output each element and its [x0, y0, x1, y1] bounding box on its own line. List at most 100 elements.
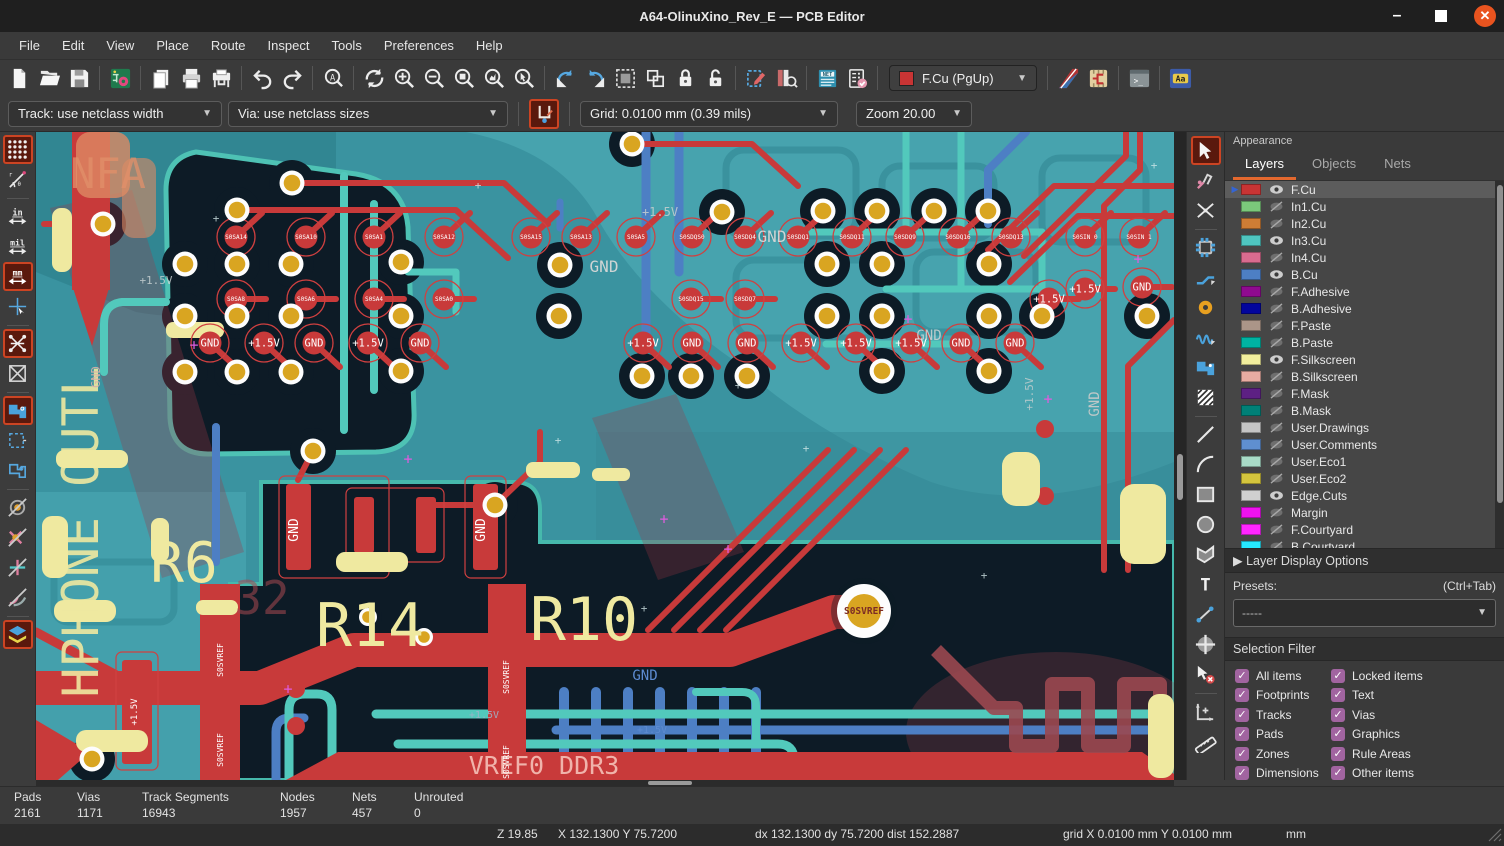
- layer-row-f-courtyard[interactable]: F.Courtyard: [1225, 521, 1504, 538]
- menu-view[interactable]: View: [95, 32, 145, 60]
- eye-icon[interactable]: [1268, 354, 1285, 365]
- filter-dimensions[interactable]: ✓Dimensions: [1235, 766, 1331, 780]
- layer-color-swatch[interactable]: [1241, 541, 1261, 548]
- layer-display-options-header[interactable]: ▶ Layer Display Options: [1225, 548, 1504, 573]
- units-mils-button[interactable]: mil: [3, 232, 33, 261]
- layer-color-swatch[interactable]: [1241, 252, 1261, 263]
- interactive-delete-button[interactable]: [1191, 660, 1221, 689]
- menu-tools[interactable]: Tools: [320, 32, 372, 60]
- scripting-console-button[interactable]: >_: [1124, 63, 1154, 93]
- eye-off-icon[interactable]: [1268, 439, 1285, 450]
- layer-row-edge-cuts[interactable]: Edge.Cuts: [1225, 487, 1504, 504]
- layer-row-user-comments[interactable]: User.Comments: [1225, 436, 1504, 453]
- layer-color-swatch[interactable]: [1241, 235, 1261, 246]
- maximize-button[interactable]: [1430, 5, 1452, 27]
- place-origin-button[interactable]: [1191, 630, 1221, 659]
- eye-off-icon[interactable]: [1268, 337, 1285, 348]
- print-button[interactable]: [176, 63, 206, 93]
- eye-off-icon[interactable]: [1268, 320, 1285, 331]
- canvas-vscroll-thumb[interactable]: [1177, 454, 1183, 500]
- edit-footprints-button[interactable]: [741, 63, 771, 93]
- layer-color-swatch[interactable]: [1241, 524, 1261, 535]
- layer-row-in3-cu[interactable]: In3.Cu: [1225, 232, 1504, 249]
- layer-row-f-mask[interactable]: F.Mask: [1225, 385, 1504, 402]
- pad-outline-mode-button[interactable]: [3, 493, 33, 522]
- group-button[interactable]: [610, 63, 640, 93]
- eye-icon[interactable]: [1268, 490, 1285, 501]
- cursor-shape-button[interactable]: [3, 292, 33, 321]
- layers-scroll-thumb[interactable]: [1497, 185, 1503, 503]
- menu-place[interactable]: Place: [145, 32, 200, 60]
- layer-color-swatch[interactable]: [1241, 405, 1261, 416]
- draw-circle-button[interactable]: [1191, 510, 1221, 539]
- new-board-button[interactable]: [4, 63, 34, 93]
- resize-grip[interactable]: [1488, 828, 1502, 842]
- layer-row-user-drawings[interactable]: User.Drawings: [1225, 419, 1504, 436]
- checkbox-checked-icon[interactable]: ✓: [1235, 727, 1249, 741]
- units-inches-button[interactable]: in: [3, 202, 33, 231]
- page-settings-button[interactable]: [146, 63, 176, 93]
- layer-color-swatch[interactable]: [1241, 218, 1261, 229]
- menu-route[interactable]: Route: [200, 32, 257, 60]
- drc-button[interactable]: [842, 63, 872, 93]
- layer-row-user-eco1[interactable]: User.Eco1: [1225, 453, 1504, 470]
- eye-off-icon[interactable]: [1268, 422, 1285, 433]
- menu-preferences[interactable]: Preferences: [373, 32, 465, 60]
- eye-off-icon[interactable]: [1268, 218, 1285, 229]
- pcb-canvas[interactable]: S0SA14S0SA10S0SA1S0SA12S0SA15S0SA13S0SA5…: [36, 132, 1174, 780]
- layer-row-b-mask[interactable]: B.Mask: [1225, 402, 1504, 419]
- layers-scrollbar[interactable]: [1495, 181, 1504, 548]
- draw-dimension-button[interactable]: [1191, 600, 1221, 629]
- checkbox-checked-icon[interactable]: ✓: [1331, 727, 1345, 741]
- layer-row-f-adhesive[interactable]: F.Adhesive: [1225, 283, 1504, 300]
- tab-layers[interactable]: Layers: [1233, 152, 1296, 180]
- layer-row-b-courtyard[interactable]: B.Courtyard: [1225, 538, 1504, 548]
- place-footprint-button[interactable]: [1191, 233, 1221, 262]
- active-layer-selector[interactable]: F.Cu (PgUp) ▼: [889, 65, 1037, 91]
- zoom-selector[interactable]: Zoom 20.00▼: [856, 101, 972, 127]
- eye-off-icon[interactable]: [1268, 524, 1285, 535]
- draw-zone-button[interactable]: [1191, 353, 1221, 382]
- checkbox-checked-icon[interactable]: ✓: [1331, 669, 1345, 683]
- via-outline-mode-button[interactable]: [3, 523, 33, 552]
- eye-off-icon[interactable]: [1268, 507, 1285, 518]
- eye-icon[interactable]: [1268, 269, 1285, 280]
- eye-off-icon[interactable]: [1268, 201, 1285, 212]
- layer-color-swatch[interactable]: [1241, 439, 1261, 450]
- layer-row-b-adhesive[interactable]: B.Adhesive: [1225, 300, 1504, 317]
- track-posture-button[interactable]: [529, 99, 559, 129]
- tab-nets[interactable]: Nets: [1372, 152, 1423, 180]
- checkbox-checked-icon[interactable]: ✓: [1331, 708, 1345, 722]
- measure-tool-button[interactable]: [1191, 727, 1221, 756]
- minimize-button[interactable]: –: [1386, 5, 1408, 27]
- layer-color-swatch[interactable]: [1241, 269, 1261, 280]
- zoom-out-button[interactable]: [419, 63, 449, 93]
- layer-row-in4-cu[interactable]: In4.Cu: [1225, 249, 1504, 266]
- zone-outline-mode-button[interactable]: [3, 426, 33, 455]
- layer-row-f-paste[interactable]: F.Paste: [1225, 317, 1504, 334]
- units-mm-button[interactable]: mm: [3, 262, 33, 291]
- layer-color-swatch[interactable]: [1241, 184, 1261, 195]
- layer-row-b-paste[interactable]: B.Paste: [1225, 334, 1504, 351]
- drill-origin-button[interactable]: [1191, 697, 1221, 726]
- draw-arc-button[interactable]: [1191, 450, 1221, 479]
- layer-row-in2-cu[interactable]: In2.Cu: [1225, 215, 1504, 232]
- select-tool-button[interactable]: [1191, 136, 1221, 165]
- ratsnest-curved-button[interactable]: [3, 359, 33, 388]
- layer-row-margin[interactable]: Margin: [1225, 504, 1504, 521]
- zoom-to-objects-button[interactable]: [479, 63, 509, 93]
- eye-icon[interactable]: [1268, 235, 1285, 246]
- filter-rule-areas[interactable]: ✓Rule Areas: [1331, 747, 1504, 761]
- checkbox-checked-icon[interactable]: ✓: [1331, 766, 1345, 780]
- checkbox-checked-icon[interactable]: ✓: [1235, 708, 1249, 722]
- zoom-to-fit-button[interactable]: [449, 63, 479, 93]
- eye-off-icon[interactable]: [1268, 303, 1285, 314]
- highlight-net-button[interactable]: [1191, 166, 1221, 195]
- layer-color-swatch[interactable]: [1241, 422, 1261, 433]
- tune-length-button[interactable]: [1191, 323, 1221, 352]
- place-via-button[interactable]: [1191, 293, 1221, 322]
- lock-button[interactable]: [670, 63, 700, 93]
- layer-row-f-cu[interactable]: ▶F.Cu: [1225, 181, 1504, 198]
- filter-tracks[interactable]: ✓Tracks: [1235, 708, 1331, 722]
- layer-color-swatch[interactable]: [1241, 490, 1261, 501]
